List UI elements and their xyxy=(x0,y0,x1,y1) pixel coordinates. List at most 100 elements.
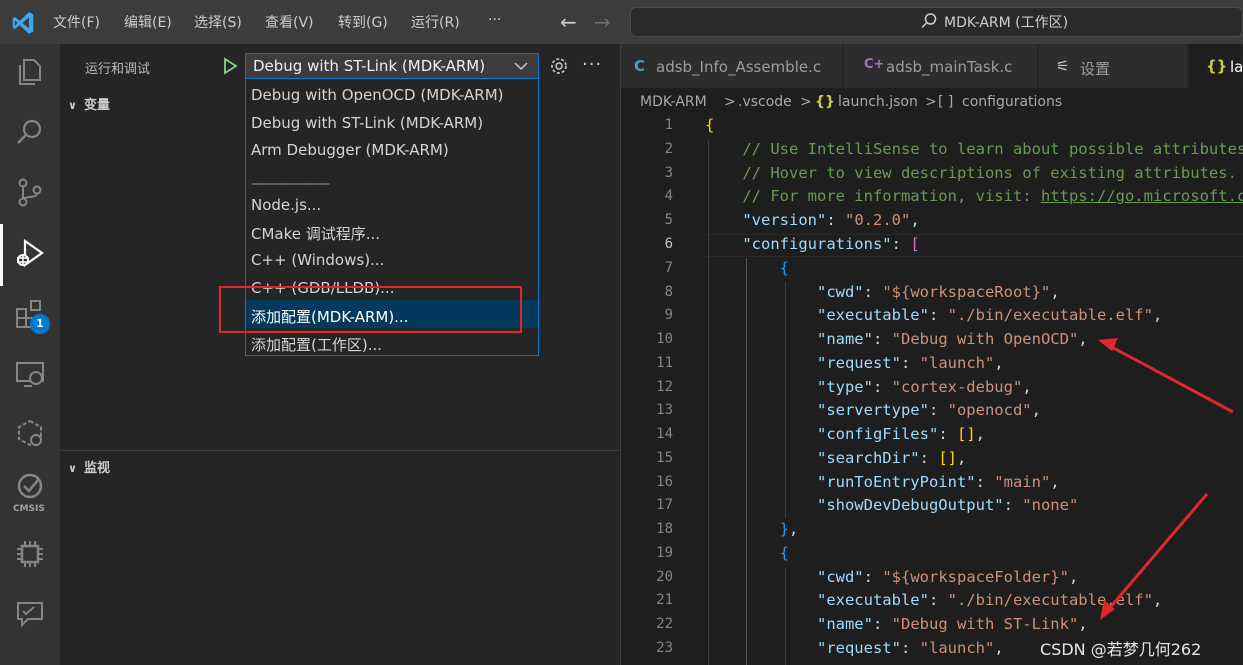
code-line: "request": "launch", xyxy=(816,639,1004,657)
breadcrumb-item[interactable]: .vscode xyxy=(738,94,792,110)
line-number: 1 xyxy=(664,117,673,133)
watch-label: 监视 xyxy=(84,461,111,476)
line-number: 18 xyxy=(656,521,673,537)
code-line: // Hover to view descriptions of existin… xyxy=(705,164,1237,182)
code-line: "name": "Debug with OpenOCD", xyxy=(816,330,1088,348)
explorer-icon[interactable] xyxy=(14,56,46,88)
breadcrumb-separator: > xyxy=(800,94,812,110)
more-actions-button[interactable]: ··· xyxy=(582,54,602,75)
chevron-down-icon: ∨ xyxy=(68,99,77,112)
cpp-file-icon: C+ xyxy=(864,57,885,72)
back-arrow-icon[interactable]: ← xyxy=(560,10,577,34)
line-number: 4 xyxy=(664,188,673,204)
array-icon: [ ] xyxy=(938,94,954,110)
line-number: 5 xyxy=(664,212,673,228)
gear-icon[interactable] xyxy=(549,56,569,76)
annotation-box xyxy=(219,286,522,333)
line-number: 14 xyxy=(656,426,673,442)
code-line: "executable": "./bin/executable.elf", xyxy=(816,591,1163,609)
menu-edit[interactable]: 编辑(E) xyxy=(124,12,172,32)
json-icon: {} xyxy=(815,94,835,110)
forward-arrow-icon[interactable]: → xyxy=(594,10,611,34)
code-line: "configurations": [ xyxy=(742,235,920,253)
menu-run[interactable]: 运行(R) xyxy=(411,12,460,32)
line-number: 19 xyxy=(656,545,673,561)
code-line: "cwd": "${workspaceFolder}", xyxy=(816,568,1079,586)
code-line: "request": "launch", xyxy=(816,354,1004,372)
dropdown-item[interactable]: Debug with OpenOCD (MDK-ARM) xyxy=(251,86,504,104)
code-line: // For more information, visit: https://… xyxy=(705,187,1243,205)
dropdown-item[interactable]: 添加配置(工作区)... xyxy=(251,334,382,355)
sidebar-title: 运行和调试 xyxy=(85,62,151,77)
cmsis-icon[interactable] xyxy=(14,472,46,504)
settings-tab-icon: ⚟ xyxy=(1056,57,1070,75)
code-line: { xyxy=(705,116,715,134)
dropdown-item[interactable]: C++ (Windows)... xyxy=(251,251,384,269)
cmsis-label: CMSIS xyxy=(13,504,45,514)
line-number: 2 xyxy=(664,141,673,157)
search-icon xyxy=(921,13,937,29)
menu-go[interactable]: 转到(G) xyxy=(338,12,388,32)
code-line: // Use IntelliSense to learn about possi… xyxy=(705,140,1243,158)
code-line: { xyxy=(779,259,789,277)
menu-view[interactable]: 查看(V) xyxy=(265,12,314,32)
tab-label: adsb_Info_Assemble.c xyxy=(656,58,822,76)
breadcrumb-item[interactable]: configurations xyxy=(962,94,1062,110)
line-number: 3 xyxy=(664,165,673,181)
code-line: "servertype": "openocd", xyxy=(816,401,1041,419)
chip-icon[interactable] xyxy=(14,538,46,570)
breadcrumb-separator: > xyxy=(925,94,937,110)
code-line: }, xyxy=(779,520,799,538)
line-number: 23 xyxy=(656,640,673,656)
json-file-icon: {} xyxy=(1206,57,1228,75)
breadcrumb-item[interactable]: MDK-ARM xyxy=(640,94,707,110)
menu-file[interactable]: 文件(F) xyxy=(53,12,100,32)
code-line: "type": "cortex-debug", xyxy=(816,378,1032,396)
vscode-logo-icon[interactable] xyxy=(10,10,36,36)
line-number: 17 xyxy=(656,497,673,513)
code-line: "searchDir": [], xyxy=(816,449,967,467)
line-number: 22 xyxy=(656,616,673,632)
active-indicator xyxy=(0,224,3,286)
line-number: 10 xyxy=(656,331,673,347)
line-number: 16 xyxy=(656,474,673,490)
code-line: "version": "0.2.0", xyxy=(742,211,920,229)
line-number: 11 xyxy=(656,355,673,371)
line-number: 13 xyxy=(656,402,673,418)
dropdown-separator: —————— xyxy=(251,176,330,192)
tab-label: adsb_mainTask.c xyxy=(886,58,1013,76)
code-line: "cwd": "${workspaceRoot}", xyxy=(816,283,1060,301)
line-number: 8 xyxy=(664,284,673,300)
dropdown-item[interactable]: Arm Debugger (MDK-ARM) xyxy=(251,141,449,159)
watermark: CSDN @若梦几何262 xyxy=(1040,640,1202,659)
line-number: 21 xyxy=(656,592,673,608)
code-line: "runToEntryPoint": "main", xyxy=(816,473,1060,491)
breadcrumb-separator: > xyxy=(724,94,736,110)
run-debug-icon[interactable] xyxy=(14,238,46,270)
settings-sync-icon[interactable] xyxy=(14,418,46,450)
dropdown-item[interactable]: Debug with ST-Link (MDK-ARM) xyxy=(251,114,483,132)
code-line: "configFiles": [], xyxy=(816,425,985,443)
c-file-icon: C xyxy=(634,57,646,75)
variables-section-header[interactable]: ∨ 变量 xyxy=(68,94,110,113)
line-number: 7 xyxy=(664,260,673,276)
line-number: 6 xyxy=(664,236,673,252)
line-number: 20 xyxy=(656,569,673,585)
dropdown-item[interactable]: Node.js... xyxy=(251,196,321,214)
watch-section-header[interactable]: ∨ 监视 xyxy=(68,457,110,476)
menu-more[interactable]: ··· xyxy=(488,12,501,28)
command-center-title: MDK-ARM (工作区) xyxy=(944,15,1069,31)
breadcrumb-item[interactable]: launch.json xyxy=(838,94,918,110)
dropdown-item[interactable]: CMake 调试程序... xyxy=(251,223,380,244)
search-icon[interactable] xyxy=(14,116,46,148)
menu-selection[interactable]: 选择(S) xyxy=(194,12,242,32)
line-number: 12 xyxy=(656,379,673,395)
feedback-icon[interactable] xyxy=(14,598,46,630)
chevron-down-icon: ∨ xyxy=(68,462,77,475)
extensions-badge: 1 xyxy=(30,314,50,334)
start-debugging-button[interactable] xyxy=(221,57,239,75)
source-control-icon[interactable] xyxy=(14,176,46,208)
remote-explorer-icon[interactable] xyxy=(14,358,46,390)
variables-label: 变量 xyxy=(84,98,111,113)
code-line: "showDevDebugOutput": "none" xyxy=(816,496,1079,514)
